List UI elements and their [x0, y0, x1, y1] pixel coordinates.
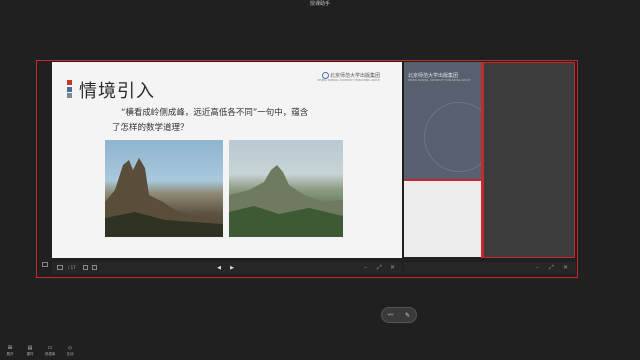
taskbar-item-resources[interactable]: ▭ 资源库: [40, 344, 60, 357]
side-close-icon[interactable]: ✕: [563, 264, 568, 271]
maximize-icon[interactable]: ⤢: [377, 264, 382, 271]
empty-gray-pane[interactable]: [483, 62, 575, 258]
page-indicator: / 17: [68, 265, 76, 270]
mountain-photo-right: [229, 140, 343, 237]
taskbar-item-courseware[interactable]: ▤ 课件: [20, 344, 40, 357]
list-view-icon[interactable]: [92, 265, 97, 270]
grid-icon: ⊞: [7, 345, 13, 351]
grid-view-icon[interactable]: [83, 265, 88, 270]
mountain-photo-left: [105, 140, 223, 237]
taskbar-label: 互动: [66, 352, 74, 356]
taskbar-label: 展开: [6, 352, 14, 356]
side-maximize-icon[interactable]: ⤢: [549, 264, 554, 271]
wave-icon[interactable]: 〰: [386, 311, 395, 320]
blank-preview-pane[interactable]: [404, 180, 481, 257]
pane-divider-horizontal: [404, 179, 482, 181]
side-toolbar: – ⤢ ✕: [404, 262, 576, 274]
slide-title-decoration: [67, 80, 72, 100]
slide-text-line-2: 了怎样的数学道理？: [112, 123, 189, 133]
title-bar-gray: [67, 93, 72, 98]
publisher-logo: 北京师范大学出版集团: [329, 73, 380, 79]
floating-controls: 〰 ✎: [381, 307, 417, 323]
slide-body-text: “横看成岭侧成峰，远近高低各不同”一句中，蕴含 了怎样的数学道理？: [112, 106, 357, 136]
close-icon[interactable]: ✕: [390, 264, 395, 271]
folder-icon: ▭: [47, 345, 53, 351]
slide-title: 情境引入: [79, 81, 155, 102]
taskbar-label: 课件: [26, 352, 34, 356]
window-title: 授课助手: [309, 1, 330, 7]
publisher-logo-subtitle: BEIJING NORMAL UNIVERSITY PUBLISHING GRO…: [317, 79, 380, 82]
chat-icon: ◇: [68, 345, 72, 351]
side-publisher-logo-subtitle: BEIJING NORMAL UNIVERSITY PUBLISHING GRO…: [408, 79, 471, 82]
slide-toolbar: / 17 ◀ ▶ – ⤢ ✕: [52, 262, 402, 274]
taskbar: ⊞ 展开 ▤ 课件 ▭ 资源库 ◇ 互动: [0, 344, 90, 360]
taskbar-item-interact[interactable]: ◇ 互动: [60, 344, 80, 357]
side-minimize-icon[interactable]: –: [536, 264, 539, 271]
chevron-right-icon[interactable]: ▶: [229, 265, 235, 271]
pen-icon[interactable]: ✎: [403, 311, 412, 320]
decorative-circle: [424, 102, 482, 172]
presentation-slide[interactable]: 情境引入 北京师范大学出版集团 BEIJING NORMAL UNIVERSIT…: [52, 62, 402, 258]
side-slide-preview[interactable]: 北京师范大学出版集团 BEIJING NORMAL UNIVERSITY PUB…: [404, 62, 482, 179]
slide-text-line-1: “横看成岭侧成峰，远近高低各不同”一句中，蕴含: [121, 108, 309, 118]
side-publisher-logo: 北京师范大学出版集团: [408, 73, 459, 79]
slide-panel-icon[interactable]: [42, 262, 48, 267]
file-icon: ▤: [27, 345, 33, 351]
minimize-icon[interactable]: –: [364, 264, 367, 271]
publisher-logo-icon: [322, 72, 329, 79]
thumbnail-icon[interactable]: [57, 265, 63, 270]
chevron-left-icon[interactable]: ◀: [216, 265, 222, 271]
taskbar-label: 资源库: [44, 352, 56, 356]
title-bar-red: [67, 80, 72, 85]
title-bar-blue: [67, 86, 72, 92]
taskbar-item-expand[interactable]: ⊞ 展开: [0, 344, 20, 357]
